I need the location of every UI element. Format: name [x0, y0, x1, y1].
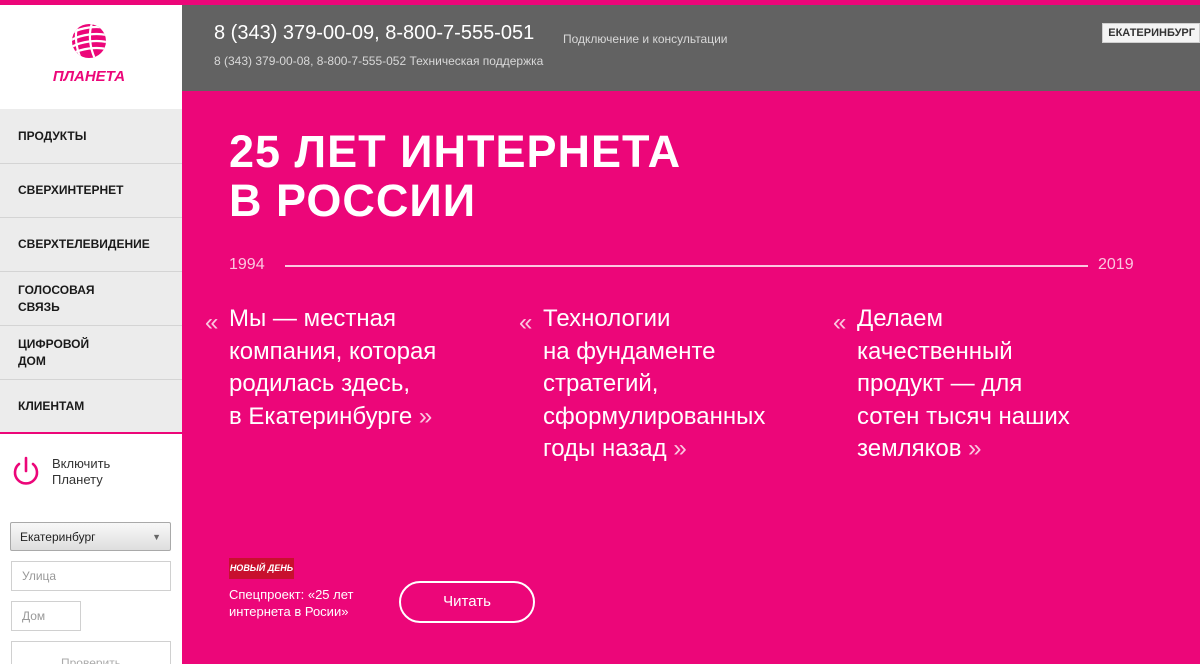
logo[interactable]: ПЛАНЕТА — [0, 5, 182, 109]
check-button[interactable]: Проверить — [11, 641, 171, 664]
sidebar-item-label: СВЕРХТЕЛЕВИДЕНИЕ — [18, 237, 150, 251]
city-switcher[interactable]: ЕКАТЕРИНБУРГ — [1102, 23, 1200, 43]
sidebar-item-supertv[interactable]: СВЕРХТЕЛЕВИДЕНИЕ — [0, 218, 182, 272]
quote-open-mark: « — [205, 309, 219, 336]
sidebar-item-label: КЛИЕНТАМ — [18, 398, 85, 413]
sidebar-item-label: ПРОДУКТЫ — [18, 128, 87, 143]
sidebar: ПЛАНЕТА ПРОДУКТЫ СВЕРХИНТЕРНЕТ СВЕРХТЕЛЕ… — [0, 5, 182, 664]
header: 8 (343) 379-00-09, 8-800-7-555-051 Подкл… — [182, 5, 1200, 91]
page-title: 25 ЛЕТ ИНТЕРНЕТА В РОССИИ — [229, 126, 682, 226]
phone-main-note: Подключение и консультации — [563, 32, 728, 46]
quote-local-company: « Мы — местная компания, которая родилас… — [205, 303, 509, 433]
quote-open-mark: « — [833, 309, 847, 336]
sidebar-item-digital-home[interactable]: ЦИФРОВОЙ ДОМ — [0, 326, 182, 380]
house-input[interactable] — [11, 601, 81, 631]
special-project-text: Спецпроект: «25 лет интернета в Росии» — [229, 587, 354, 619]
quote-close-mark: » — [968, 435, 982, 462]
sidebar-nav: ПРОДУКТЫ СВЕРХИНТЕРНЕТ СВЕРХТЕЛЕВИДЕНИЕ … — [0, 109, 182, 432]
sidebar-item-voice[interactable]: ГОЛОСОВАЯ СВЯЗЬ — [0, 272, 182, 326]
timeline-line — [285, 265, 1088, 267]
phone-tech-support[interactable]: 8 (343) 379-00-08, 8-800-7-555-052 Техни… — [214, 54, 543, 68]
sidebar-item-superinternet[interactable]: СВЕРХИНТЕРНЕТ — [0, 164, 182, 218]
sidebar-item-label: СВЕРХИНТЕРНЕТ — [18, 183, 124, 197]
city-select[interactable]: Екатеринбург ▼ — [10, 522, 171, 551]
quote-text: Мы — местная компания, которая родилась … — [229, 305, 437, 430]
street-input[interactable] — [11, 561, 171, 591]
sidebar-item-label: ЦИФРОВОЙ ДОМ — [18, 336, 90, 368]
quote-close-mark: » — [673, 435, 687, 462]
main-banner: 25 ЛЕТ ИНТЕРНЕТА В РОССИИ 1994 2019 « Мы… — [182, 91, 1200, 664]
quote-close-mark: » — [418, 402, 433, 430]
connect-label: Включить Планету — [52, 456, 111, 487]
svg-text:ПЛАНЕТА: ПЛАНЕТА — [53, 68, 125, 85]
timeline-start-year: 1994 — [229, 256, 265, 273]
city-select-value: Екатеринбург — [20, 530, 96, 544]
timeline-end-year: 2019 — [1098, 256, 1134, 273]
quote-open-mark: « — [519, 309, 533, 336]
planet-logo-icon: ПЛАНЕТА — [53, 24, 125, 85]
sidebar-item-label: ГОЛОСОВАЯ СВЯЗЬ — [18, 282, 95, 314]
quote-text: Технологии на фундаменте стратегий, сфор… — [543, 305, 766, 462]
top-accent-bar — [0, 0, 1200, 5]
quote-quality-product: « Делаем качественный продукт — для соте… — [833, 303, 1137, 466]
read-button[interactable]: Читать — [399, 581, 535, 623]
nav-divider — [0, 432, 182, 434]
chevron-down-icon: ▼ — [152, 532, 161, 542]
sidebar-item-products[interactable]: ПРОДУКТЫ — [0, 109, 182, 164]
phone-main[interactable]: 8 (343) 379-00-09, 8-800-7-555-051 — [214, 22, 534, 45]
quote-technologies: « Технологии на фундаменте стратегий, сф… — [519, 303, 823, 466]
connect-planet-button[interactable]: Включить Планету — [10, 455, 110, 489]
power-icon — [13, 456, 39, 485]
novy-den-logo[interactable]: НОВЫЙ ДЕНЬ — [229, 558, 294, 579]
sidebar-item-clients[interactable]: КЛИЕНТАМ — [0, 380, 182, 432]
quote-text: Делаем качественный продукт — для сотен … — [857, 305, 1070, 462]
